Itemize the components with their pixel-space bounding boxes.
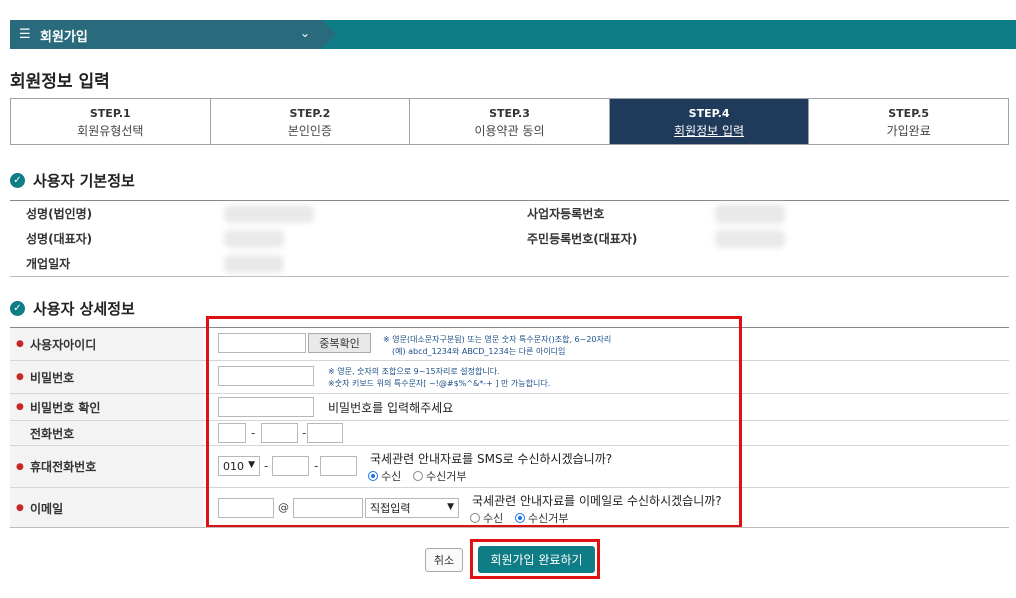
step-number: STEP.4: [688, 107, 730, 120]
resident-no-label: 주민등록번호(대표자): [511, 226, 711, 251]
password-confirm-label: ● 비밀번호 확인: [10, 394, 204, 420]
corp-name-label: 성명(법인명): [10, 201, 210, 226]
step-3: STEP.3 이용약관 동의: [410, 99, 610, 144]
field-label: 비밀번호: [30, 370, 75, 385]
field-label: 휴대전화번호: [30, 460, 97, 474]
step-number: STEP.1: [89, 107, 131, 120]
divider: [10, 527, 1009, 528]
rep-name-value: [210, 226, 511, 251]
rep-name-label: 성명(대표자): [10, 226, 210, 251]
detail-info-heading: ✓ 사용자 상세정보: [10, 298, 135, 319]
field-label: 비밀번호 확인: [30, 400, 101, 415]
step-label: 가입완료: [886, 124, 931, 138]
step-label: 이용약관 동의: [474, 124, 545, 138]
redacted-value: [224, 229, 284, 248]
step-1: STEP.1 회원유형선택: [11, 99, 211, 144]
basic-info-table: 성명(법인명) 사업자등록번호 성명(대표자) 주민등록번호(대표자) 개업일자: [10, 200, 1009, 277]
section-title: 사용자 기본정보: [33, 172, 135, 190]
top-nav-bar: ☰ 회원가입 ⌄: [10, 20, 1016, 49]
redacted-value: [224, 204, 314, 223]
phone-label: 전화번호: [10, 421, 204, 445]
step-number: STEP.5: [888, 107, 930, 120]
biz-no-value: [711, 201, 1009, 226]
open-date-label: 개업일자: [10, 251, 210, 276]
redacted-value: [224, 254, 284, 273]
table-row: 성명(법인명) 사업자등록번호: [10, 201, 1009, 226]
highlight-box-submit: [470, 539, 600, 579]
required-mark: ●: [16, 503, 24, 513]
breadcrumb-arrow: [322, 20, 336, 48]
menu-title: 회원가입: [40, 30, 88, 45]
field-label: 이메일: [30, 501, 64, 516]
step-5: STEP.5 가입완료: [809, 99, 1008, 144]
open-date-value: [210, 251, 511, 276]
required-mark: ●: [16, 372, 24, 382]
step-number: STEP.3: [489, 107, 530, 120]
table-row: 개업일자: [10, 251, 1009, 276]
required-mark: ●: [16, 402, 24, 412]
redacted-value: [715, 203, 785, 224]
table-row: 성명(대표자) 주민등록번호(대표자): [10, 226, 1009, 251]
required-mark: ●: [16, 339, 24, 349]
check-circle-icon: ✓: [10, 301, 25, 316]
step-4: STEP.4 회원정보 입력: [609, 99, 810, 144]
field-label: 사용자아이디: [30, 337, 97, 352]
section-title: 사용자 상세정보: [33, 300, 135, 318]
step-label: 회원정보 입력: [674, 124, 745, 138]
redacted-value: [715, 229, 785, 248]
step-2: STEP.2 본인인증: [211, 99, 411, 144]
page-title: 회원정보 입력: [10, 72, 110, 92]
step-number: STEP.2: [289, 107, 331, 120]
step-label: 본인인증: [287, 124, 332, 138]
highlight-box-form: [206, 316, 742, 528]
mobile-label: ● 휴대전화번호: [10, 446, 204, 487]
user-id-label: ● 사용자아이디: [10, 328, 204, 360]
cancel-button[interactable]: 취소: [425, 548, 463, 572]
corp-name-value: [210, 201, 511, 226]
menu-dropdown[interactable]: ☰ 회원가입 ⌄: [10, 20, 322, 49]
biz-no-label: 사업자등록번호: [511, 201, 711, 226]
resident-no-value: [711, 226, 1009, 251]
field-label: 전화번호: [30, 426, 75, 441]
email-label: ● 이메일: [10, 488, 204, 528]
step-label: 회원유형선택: [77, 124, 144, 138]
required-mark: ●: [16, 461, 24, 472]
chevron-down-icon[interactable]: ⌄: [300, 26, 310, 40]
check-circle-icon: ✓: [10, 173, 25, 188]
basic-info-heading: ✓ 사용자 기본정보: [10, 170, 135, 191]
hamburger-icon[interactable]: ☰: [19, 27, 31, 42]
password-label: ● 비밀번호: [10, 361, 204, 393]
step-indicator: STEP.1 회원유형선택 STEP.2 본인인증 STEP.3 이용약관 동의…: [10, 98, 1009, 145]
